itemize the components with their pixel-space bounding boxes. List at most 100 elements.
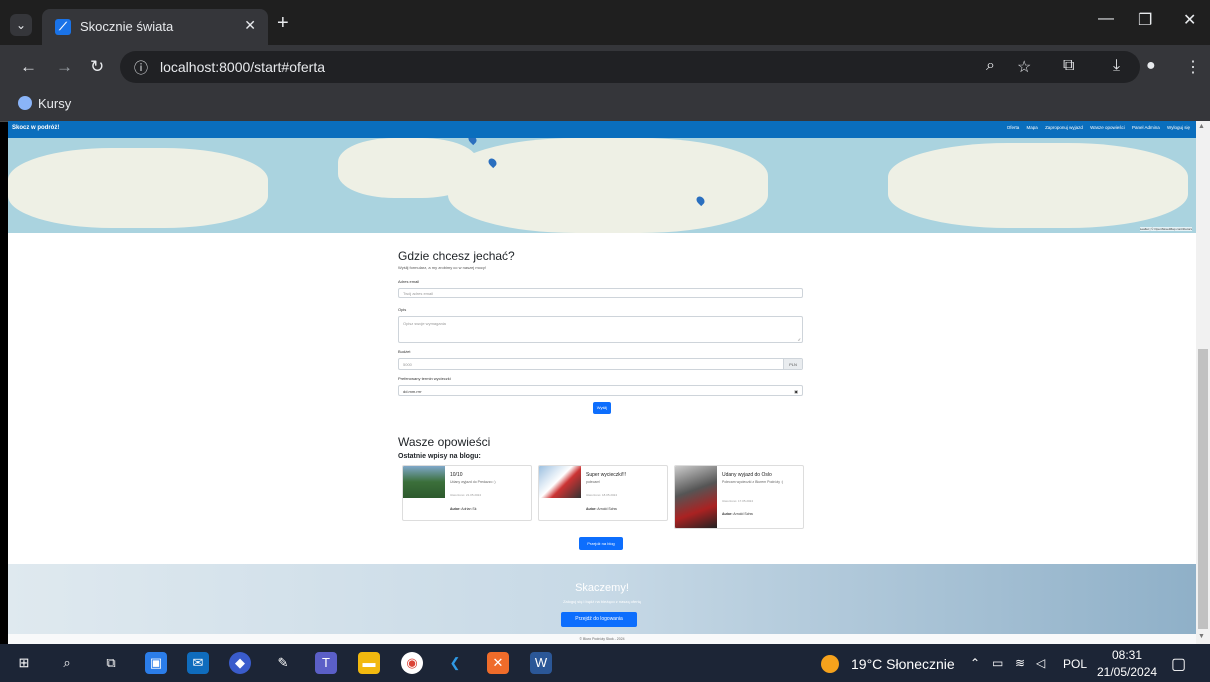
chrome-icon[interactable]: ◉ [401,652,423,674]
calendar-icon[interactable]: ▣ [794,386,798,397]
map-land [448,138,768,233]
scroll-down-icon[interactable]: ▼ [1198,633,1205,640]
desc-label: Opis [398,307,407,312]
email-label: Adres email [398,279,420,284]
author-label: Autor: [722,512,733,516]
language-indicator[interactable]: POL [1063,657,1087,671]
notifications-icon[interactable]: ▢ [1171,654,1186,674]
blog-card-date: Utworzono: 21.05.2024 [450,493,482,497]
teams-icon[interactable]: T [315,652,337,674]
new-tab-icon[interactable]: + [277,12,289,35]
blog-card-image [539,466,581,498]
battery-icon[interactable]: ▭ [992,656,1003,670]
tab-title: Skocznie świata [80,19,174,34]
nav-link-opowiesci[interactable]: Wasze opowieści [1090,125,1125,130]
browser-tab[interactable]: ⟋ Skocznie świata ✕ [42,9,268,45]
window-close-icon[interactable]: ✕ [1183,10,1196,30]
blog-card[interactable]: Super wycieczki!!! polecam! Utworzono: 1… [538,465,668,521]
form-lead: Wyślij formularz, a my zrobimy co w nasz… [398,265,486,270]
task-view-icon[interactable]: ⧉ [100,652,122,674]
tab-search-icon[interactable]: ⌄ [10,14,32,36]
word-icon[interactable]: W [530,652,552,674]
blog-card-date: Utworzono: 18.05.2024 [586,493,618,497]
date-input[interactable]: dd.mm.rrrr ▣ [398,385,803,396]
windows-taskbar: ⊞ ⌕ ⧉ ▣ ✉ ◆ ✎ T ▬ ◉ ❮ ✕ W 19°C Słoneczni… [0,644,1210,682]
zoom-icon[interactable]: ⌕ [986,57,995,75]
blog-card-desc: Polecam wycieczki z Biurem Podróży :) [722,480,784,484]
weather-sun-icon[interactable] [821,655,839,673]
restore-icon[interactable]: ❐ [1138,10,1152,30]
email-field[interactable]: Twój adres email [398,288,803,298]
blog-card[interactable]: 10/10 Udany wyjazd do Predazzo :) Utworz… [402,465,532,521]
form-title: Gdzie chcesz jechać? [398,249,515,263]
email-placeholder: Twój adres email [403,291,434,296]
bookmark-label: Kursy [38,96,72,111]
paint-icon[interactable]: ✎ [272,652,294,674]
download-icon[interactable]: ⤓ [1113,57,1120,75]
bookmark-icon [18,96,32,110]
author-name: Arnold Schw [733,512,753,516]
login-button[interactable]: Przejdź do logowania [561,612,637,627]
copilot-icon[interactable]: ◆ [229,652,251,674]
reload-icon[interactable]: ↻ [90,57,104,77]
clock-date[interactable]: 21/05/2024 [1097,665,1157,679]
nav-link-mapa[interactable]: Mapa [1027,125,1038,130]
resize-handle-icon[interactable]: ⁄⁄ [799,337,800,342]
weather-text[interactable]: 19°C Słonecznie [851,656,955,672]
xampp-icon[interactable]: ✕ [487,652,509,674]
browser-toolbar: ← → ↻ ⓘ localhost:8000/start#oferta ⌕ ☆ … [0,45,1210,89]
map-land [8,148,268,228]
page-scrollbar[interactable]: ▲ ▼ [1196,121,1210,644]
nav-link-oferta[interactable]: Oferta [1007,125,1020,130]
tray-chevron-icon[interactable]: ⌃ [970,656,980,670]
scroll-thumb[interactable] [1198,349,1208,629]
site-footer: © Biuro Podróży Skok - 2024 [8,634,1196,644]
currency-addon: PLN [783,359,802,369]
nav-link-admin[interactable]: Panel Admina [1132,125,1160,130]
clock-time[interactable]: 08:31 [1112,648,1142,662]
map-land [888,143,1188,228]
profile-avatar-icon[interactable]: ● [1146,57,1156,75]
blog-card-title: 10/10 [450,472,463,478]
blog-card-title: Super wycieczki!!! [586,472,627,478]
site-info-icon[interactable]: ⓘ [134,58,148,78]
extensions-icon[interactable]: ⧉ [1063,57,1074,75]
blog-card-image [675,466,717,528]
volume-icon[interactable]: ◁ [1036,656,1045,670]
file-explorer-icon[interactable]: ▬ [358,652,380,674]
blog-card-date: Utworzono: 17.05.2024 [722,499,754,503]
start-icon[interactable]: ⊞ [13,652,35,674]
map-marker[interactable] [466,138,479,146]
blog-card-desc: Udany wyjazd do Predazzo :) [450,480,496,484]
budget-value: 5000 [403,362,412,367]
vscode-icon[interactable]: ❮ [444,652,466,674]
author-label: Autor: [450,507,461,511]
menu-kebab-icon[interactable]: ⋮ [1185,57,1201,77]
submit-button[interactable]: Wyślij [593,402,611,414]
nav-link-logout[interactable]: Wyloguj się [1167,125,1190,130]
site-brand[interactable]: Skocz w podróż! [12,125,59,131]
forward-icon[interactable]: → [56,57,73,77]
back-icon[interactable]: ← [20,57,37,77]
minimize-icon[interactable]: — [1098,10,1114,28]
author-label: Autor: [586,507,597,511]
mail-icon[interactable]: ✉ [187,652,209,674]
nav-link-zaproponuj[interactable]: Zaproponuj wyjazd [1045,125,1083,130]
store-icon[interactable]: ▣ [145,652,167,674]
world-map[interactable]: Leaflet | © OpenStreetMap contributors [8,138,1196,233]
go-to-blog-button[interactable]: Przejdź na blog [579,537,623,550]
login-hero: Skaczemy! Zaloguj się i bądź na bieżąco … [8,564,1196,634]
desc-textarea[interactable]: Opisz swoje wymagania ⁄⁄ [398,316,803,343]
date-placeholder: dd.mm.rrrr [403,389,422,394]
site-favicon-icon: ⟋ [55,19,71,35]
bookmark-kursy[interactable]: Kursy [18,96,71,111]
scroll-up-icon[interactable]: ▲ [1198,123,1205,130]
tab-close-icon[interactable]: ✕ [244,17,256,34]
bookmark-star-icon[interactable]: ☆ [1017,57,1031,77]
budget-input[interactable]: 5000 PLN [398,358,803,370]
blog-card-author: Autor: Arnold Schw [586,507,617,511]
search-icon[interactable]: ⌕ [56,652,78,674]
nav-links: Oferta Mapa Zaproponuj wyjazd Wasze opow… [1001,125,1190,130]
blog-card[interactable]: Udany wyjazd do Oslo Polecam wycieczki z… [674,465,804,529]
wifi-icon[interactable]: ≋ [1015,656,1025,670]
